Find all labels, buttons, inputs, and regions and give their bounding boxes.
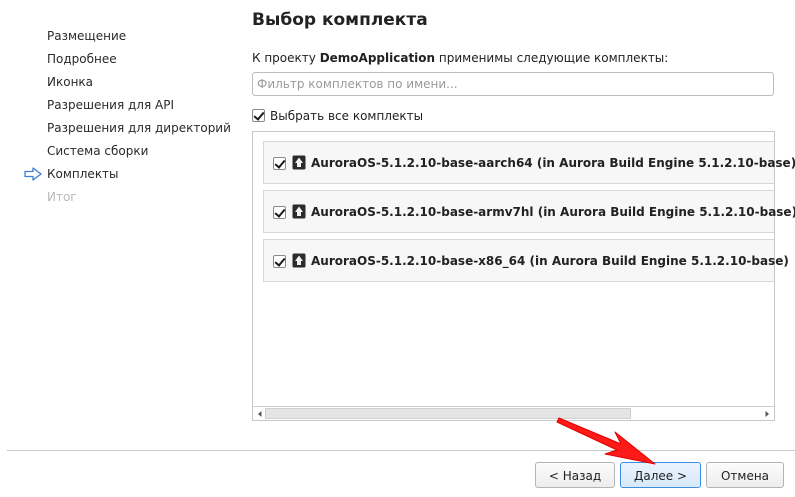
kit-row-x86-64[interactable]: AuroraOS-5.1.2.10-base-x86_64 (in Aurora… xyxy=(263,239,789,282)
step-build-system: Система сборки xyxy=(47,144,149,158)
intro-text: К проекту DemoApplication применимы след… xyxy=(252,49,668,67)
kit-label: AuroraOS-5.1.2.10-base-aarch64 (in Auror… xyxy=(311,156,795,170)
project-name: DemoApplication xyxy=(319,51,436,65)
aurora-kit-icon xyxy=(292,155,306,170)
kit-checkbox[interactable] xyxy=(273,206,286,219)
horizontal-scrollbar[interactable] xyxy=(253,406,774,420)
step-icon: Иконка xyxy=(47,75,94,89)
wizard-steps: Размещение Подробнее Иконка Разрешения д… xyxy=(0,0,240,450)
step-api-permissions: Разрешения для API xyxy=(47,98,174,112)
intro-suffix: применимы следующие комплекты: xyxy=(435,51,669,65)
kit-filter-input[interactable] xyxy=(252,72,774,96)
select-all-label: Выбрать все комплекты xyxy=(270,108,424,123)
kit-label: AuroraOS-5.1.2.10-base-x86_64 (in Aurora… xyxy=(311,254,789,268)
step-directory-permissions: Разрешения для директорий xyxy=(47,121,231,135)
kit-list: AuroraOS-5.1.2.10-base-aarch64 (in Auror… xyxy=(252,131,795,421)
cancel-button[interactable]: Отмена xyxy=(706,462,784,488)
aurora-kit-icon xyxy=(292,253,306,268)
intro-prefix: К проекту xyxy=(252,51,320,65)
right-arrow-icon xyxy=(24,167,42,181)
kit-row-armv7hl[interactable]: AuroraOS-5.1.2.10-base-armv7hl (in Auror… xyxy=(263,190,795,233)
kit-checkbox[interactable] xyxy=(273,255,286,268)
scrollbar-thumb[interactable] xyxy=(265,408,631,419)
scroll-right-icon[interactable] xyxy=(762,409,772,419)
kit-label: AuroraOS-5.1.2.10-base-armv7hl (in Auror… xyxy=(311,205,795,219)
page-title: Выбор комплекта xyxy=(252,10,428,30)
aurora-kit-icon xyxy=(292,204,306,219)
step-kits-current: Комплекты xyxy=(47,167,119,181)
select-all-checkbox[interactable]: Выбрать все комплекты xyxy=(252,106,423,124)
footer-divider xyxy=(7,450,795,451)
back-button[interactable]: < Назад xyxy=(535,462,615,488)
scroll-left-icon[interactable] xyxy=(255,409,265,419)
next-button[interactable]: Далее > xyxy=(620,462,701,488)
kit-row-aarch64[interactable]: AuroraOS-5.1.2.10-base-aarch64 (in Auror… xyxy=(263,141,795,184)
step-placement: Размещение xyxy=(47,29,127,43)
kit-checkbox[interactable] xyxy=(273,157,286,170)
step-summary: Итог xyxy=(47,190,77,204)
checkbox-checked-icon[interactable] xyxy=(252,109,265,122)
step-details: Подробнее xyxy=(47,52,117,66)
